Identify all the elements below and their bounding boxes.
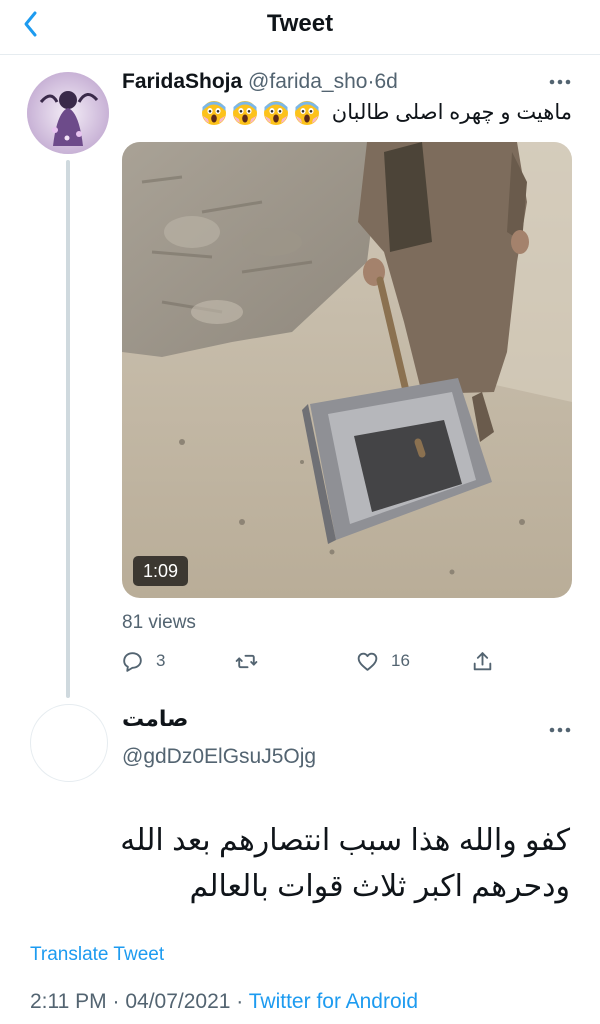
separator-dot: · <box>112 990 120 1013</box>
thread-line <box>66 160 70 698</box>
author-name[interactable]: FaridaShoja <box>122 70 242 93</box>
emoji-group <box>201 100 320 126</box>
face-screaming-in-fear-icon <box>201 101 226 126</box>
reply-text-line-2: ودحرهم اكبر ثلاث قوات بالعالم <box>189 870 570 903</box>
retweet-button[interactable] <box>234 648 270 674</box>
heart-icon <box>357 652 378 671</box>
tweet-author-row: FaridaShoja @farida_sho·6d <box>122 70 398 94</box>
avatar[interactable] <box>27 72 109 154</box>
video-duration-badge: 1:09 <box>133 556 189 586</box>
more-horizontal-icon <box>549 79 571 85</box>
view-count: 81 views <box>122 612 196 633</box>
reply-author-handle[interactable]: @gdDz0ElGsuJ5Ojg <box>122 745 316 769</box>
translate-tweet-link[interactable]: Translate Tweet <box>30 944 164 966</box>
avatar-image <box>27 72 109 154</box>
reply-text: كفو والله هذا سبب انتصارهم بعد الله ودحر… <box>90 818 570 910</box>
share-icon <box>473 651 492 670</box>
like-button[interactable]: 16 <box>355 648 410 674</box>
retweet-icon <box>235 654 258 668</box>
like-count: 16 <box>391 651 410 670</box>
video-thumbnail <box>122 142 572 598</box>
face-screaming-in-fear-icon <box>263 101 288 126</box>
reply-button[interactable]: 3 <box>120 648 165 674</box>
share-button[interactable] <box>470 648 495 674</box>
separator-dot: · <box>236 990 244 1013</box>
more-options-button[interactable] <box>545 70 575 94</box>
reply-count: 3 <box>156 651 166 670</box>
tweet-video[interactable] <box>122 142 572 598</box>
face-screaming-in-fear-icon <box>294 101 319 126</box>
tweet-timestamp: 2:11 PM <box>30 990 107 1013</box>
reply-author-name[interactable]: صامت <box>122 706 188 732</box>
more-horizontal-icon <box>549 727 571 733</box>
tweet-date: 04/07/2021 <box>125 990 231 1013</box>
reply-icon <box>123 651 142 672</box>
top-bar: Tweet <box>0 0 600 55</box>
reply-text-line-1: كفو والله هذا سبب انتصارهم بعد الله <box>120 824 570 857</box>
tweet-text-body: ماهیت و چهره اصلی طالبان <box>331 101 572 124</box>
tweet-time: 6d <box>374 70 398 93</box>
face-screaming-in-fear-icon <box>232 101 257 126</box>
tweet-text: ماهیت و چهره اصلی طالبان <box>201 100 572 126</box>
tweet-source-link[interactable]: Twitter for Android <box>249 990 418 1013</box>
reply-more-options-button[interactable] <box>545 718 575 742</box>
page-title: Tweet <box>266 10 334 37</box>
reply-avatar[interactable] <box>30 704 108 782</box>
tweet-metadata: 2:11 PM · 04/07/2021 · Twitter for Andro… <box>30 990 418 1014</box>
author-handle[interactable]: @farida_sho <box>248 70 367 93</box>
